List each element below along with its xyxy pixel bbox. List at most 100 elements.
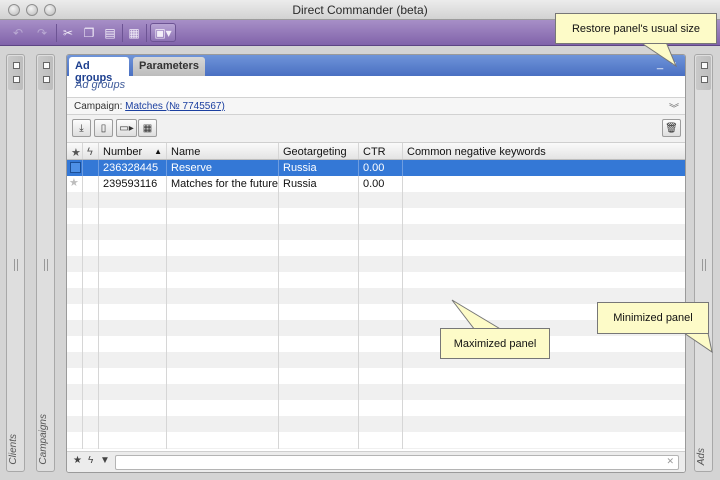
- row-checkbox[interactable]: [70, 162, 81, 173]
- star-column-header[interactable]: ★: [67, 143, 83, 159]
- row-checkbox-cell[interactable]: [67, 160, 83, 176]
- empty-cell: [99, 304, 167, 320]
- redo-icon[interactable]: ↷: [32, 23, 52, 42]
- paste-icon[interactable]: ▤: [100, 23, 120, 42]
- empty-cell: [83, 384, 99, 400]
- trash-icon[interactable]: 🗑: [662, 119, 681, 137]
- minimize-panel-icon[interactable]: _: [657, 58, 663, 70]
- cut-icon[interactable]: ✂: [58, 23, 78, 42]
- side-panel-header: [696, 56, 711, 90]
- maximize-icon[interactable]: [701, 62, 708, 69]
- star-icon[interactable]: ★: [69, 176, 79, 189]
- funnel-filter-icon[interactable]: ▼: [100, 455, 110, 466]
- flag-column-header[interactable]: ϟ: [83, 143, 99, 159]
- empty-cell: [83, 352, 99, 368]
- star-icon: ★: [71, 147, 81, 159]
- restore-panel-icon[interactable]: ▫: [672, 58, 676, 70]
- empty-table-row: [67, 384, 685, 400]
- resize-grip-icon[interactable]: [44, 259, 48, 271]
- move-icon[interactable]: ▭▸: [116, 119, 137, 137]
- number-cell: 239593116: [99, 176, 167, 192]
- empty-cell: [279, 432, 359, 448]
- empty-cell: [403, 400, 685, 416]
- undo-icon[interactable]: ↶: [8, 23, 28, 42]
- resize-grip-icon[interactable]: [14, 259, 18, 271]
- empty-cell: [403, 448, 685, 449]
- empty-cell: [67, 352, 83, 368]
- empty-cell: [99, 336, 167, 352]
- geo-cell: Russia: [279, 176, 359, 192]
- restore-icon[interactable]: [43, 76, 50, 83]
- empty-cell: [279, 448, 359, 449]
- clear-filter-icon[interactable]: ✕: [666, 456, 674, 467]
- flag-cell: [83, 176, 99, 192]
- empty-cell: [67, 256, 83, 272]
- empty-cell: [403, 192, 685, 208]
- empty-cell: [99, 352, 167, 368]
- empty-cell: [359, 368, 403, 384]
- empty-cell: [359, 320, 403, 336]
- empty-cell: [83, 192, 99, 208]
- empty-cell: [67, 240, 83, 256]
- flag-cell: [83, 160, 99, 176]
- geotargeting-column-header[interactable]: Geotargeting: [279, 143, 359, 159]
- toolbar-separator: [122, 24, 123, 42]
- table-header-row: ★ ϟ Number ▲ Name Geotargeting CTR Commo…: [67, 143, 685, 160]
- empty-table-row: [67, 272, 685, 288]
- empty-cell: [359, 416, 403, 432]
- name-cell: Reserve: [167, 160, 279, 176]
- empty-cell: [67, 208, 83, 224]
- number-column-header[interactable]: Number ▲: [99, 143, 167, 159]
- table-row[interactable]: ★ 239593116 Matches for the future Russi…: [67, 176, 685, 192]
- empty-table-row: [67, 448, 685, 449]
- star-filter-icon[interactable]: ★: [73, 455, 82, 466]
- empty-cell: [99, 416, 167, 432]
- empty-cell: [403, 240, 685, 256]
- maximize-icon[interactable]: [43, 62, 50, 69]
- tab-parameters[interactable]: Parameters: [133, 57, 205, 76]
- toolbar-separator: [56, 24, 57, 42]
- clients-panel-minimized[interactable]: Clients: [6, 54, 25, 472]
- new-document-icon[interactable]: ▯: [94, 119, 113, 137]
- empty-cell: [279, 336, 359, 352]
- name-column-header[interactable]: Name: [167, 143, 279, 159]
- empty-cell: [99, 240, 167, 256]
- empty-table-row: [67, 416, 685, 432]
- empty-cell: [359, 304, 403, 320]
- maximize-icon[interactable]: [13, 62, 20, 69]
- resize-grip-icon[interactable]: [702, 259, 706, 271]
- collapse-chevron-icon[interactable]: ︾: [669, 100, 679, 115]
- campaign-link[interactable]: Matches (№ 7745567): [125, 101, 225, 112]
- restore-icon[interactable]: [701, 76, 708, 83]
- empty-cell: [279, 192, 359, 208]
- empty-cell: [167, 224, 279, 240]
- filter-input[interactable]: ✕: [115, 455, 679, 470]
- number-cell: 236328445: [99, 160, 167, 176]
- ads-panel-minimized[interactable]: Ads: [694, 54, 713, 472]
- restore-icon[interactable]: [13, 76, 20, 83]
- tab-ad-groups[interactable]: Ad groups: [69, 57, 129, 84]
- empty-cell: [359, 352, 403, 368]
- table-row[interactable]: 236328445 Reserve Russia 0.00: [67, 160, 685, 176]
- empty-cell: [279, 416, 359, 432]
- ctr-cell: 0.00: [359, 160, 403, 176]
- campaigns-panel-minimized[interactable]: Campaigns: [36, 54, 55, 472]
- empty-cell: [67, 368, 83, 384]
- empty-cell: [67, 272, 83, 288]
- empty-cell: [99, 448, 167, 449]
- copy-icon[interactable]: ❐: [79, 23, 99, 42]
- download-icon[interactable]: ⤓: [72, 119, 91, 137]
- grid-view-icon[interactable]: ▦: [138, 119, 157, 137]
- lightning-filter-icon[interactable]: ϟ: [88, 455, 93, 466]
- view-dropdown-button[interactable]: ▣▾: [150, 23, 176, 42]
- empty-cell: [67, 304, 83, 320]
- empty-cell: [167, 240, 279, 256]
- table-icon[interactable]: ▦: [124, 23, 144, 42]
- ctr-column-header[interactable]: CTR: [359, 143, 403, 159]
- negative-keywords-column-header[interactable]: Common negative keywords: [403, 143, 685, 159]
- row-star-cell[interactable]: ★: [67, 176, 83, 192]
- empty-cell: [83, 208, 99, 224]
- empty-table-row: [67, 192, 685, 208]
- empty-cell: [99, 368, 167, 384]
- empty-cell: [83, 304, 99, 320]
